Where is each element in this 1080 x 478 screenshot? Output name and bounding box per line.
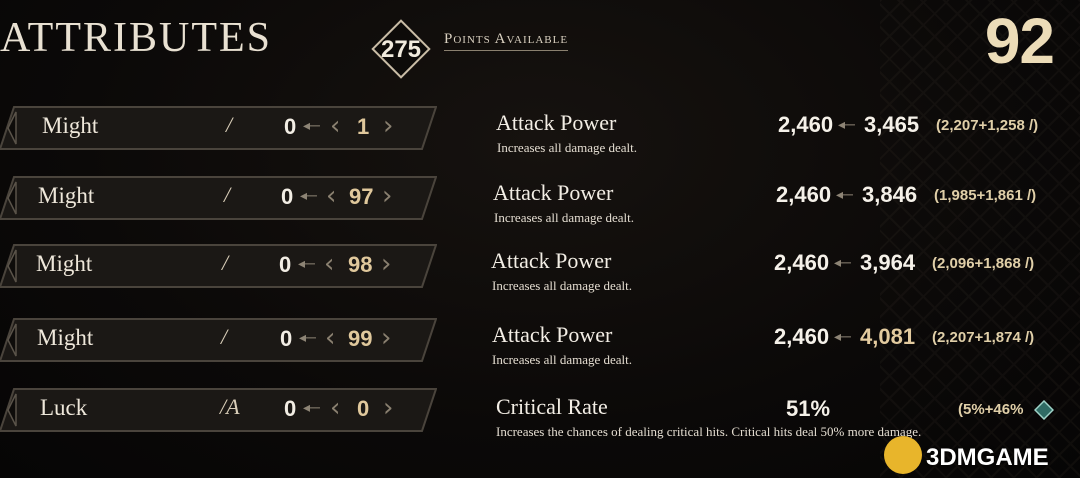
character-level: 92 — [984, 5, 1055, 77]
stat-current-value: 2,460 — [774, 250, 830, 275]
stat-breakdown: (5%+46% — [958, 401, 1024, 418]
stat-row: Attack Power Increases all damage dealt.… — [0, 322, 1080, 382]
arrow-left-icon: ◂─ — [834, 328, 851, 344]
stat-breakdown: (2,096+1,868 /) — [932, 255, 1035, 272]
watermark-text: 3DMGAME — [926, 444, 1049, 471]
stat-name: Attack Power — [496, 110, 617, 135]
stat-name: Attack Power — [492, 322, 613, 347]
stat-description: Increases all damage dealt. — [497, 140, 638, 155]
stat-current-value: 51% — [786, 396, 831, 421]
stat-projected-value: 4,081 — [860, 324, 916, 349]
stat-name: Attack Power — [491, 248, 612, 273]
points-available-badge: 275 — [371, 19, 431, 79]
stat-description: Increases all damage dealt. — [492, 352, 633, 367]
page-title: ATTRIBUTES — [0, 15, 272, 61]
stat-description: Increases all damage dealt. — [492, 278, 633, 293]
stat-current-value: 2,460 — [774, 324, 830, 349]
stat-current-value: 2,460 — [778, 112, 834, 137]
stat-breakdown: (2,207+1,258 /) — [936, 117, 1039, 134]
stat-row: Attack Power Increases all damage dealt.… — [0, 110, 1080, 170]
stat-name: Attack Power — [493, 180, 614, 205]
stat-projected-value: 3,846 — [862, 182, 918, 207]
stat-row: Attack Power Increases all damage dealt.… — [0, 180, 1080, 240]
stat-breakdown: (1,985+1,861 /) — [934, 187, 1037, 204]
points-available-count: 275 — [380, 36, 422, 63]
points-available-label: Points Available — [444, 31, 569, 51]
stat-breakdown: (2,207+1,874 /) — [932, 329, 1035, 346]
stat-name: Critical Rate — [496, 394, 608, 419]
arrow-left-icon: ◂─ — [834, 254, 851, 270]
diamond-gem-icon — [1034, 400, 1054, 420]
stat-current-value: 2,460 — [776, 182, 832, 207]
stat-description: Increases all damage dealt. — [494, 210, 635, 225]
watermark: 3DMGAME — [884, 436, 1080, 476]
stat-description: Increases the chances of dealing critica… — [496, 424, 922, 439]
arrow-left-icon: ◂─ — [836, 186, 853, 202]
arrow-left-icon: ◂─ — [838, 116, 855, 132]
stat-projected-value: 3,964 — [860, 250, 916, 275]
stat-row: Attack Power Increases all damage dealt.… — [0, 248, 1080, 308]
stat-projected-value: 3,465 — [864, 112, 920, 137]
watermark-logo-icon — [884, 436, 922, 474]
